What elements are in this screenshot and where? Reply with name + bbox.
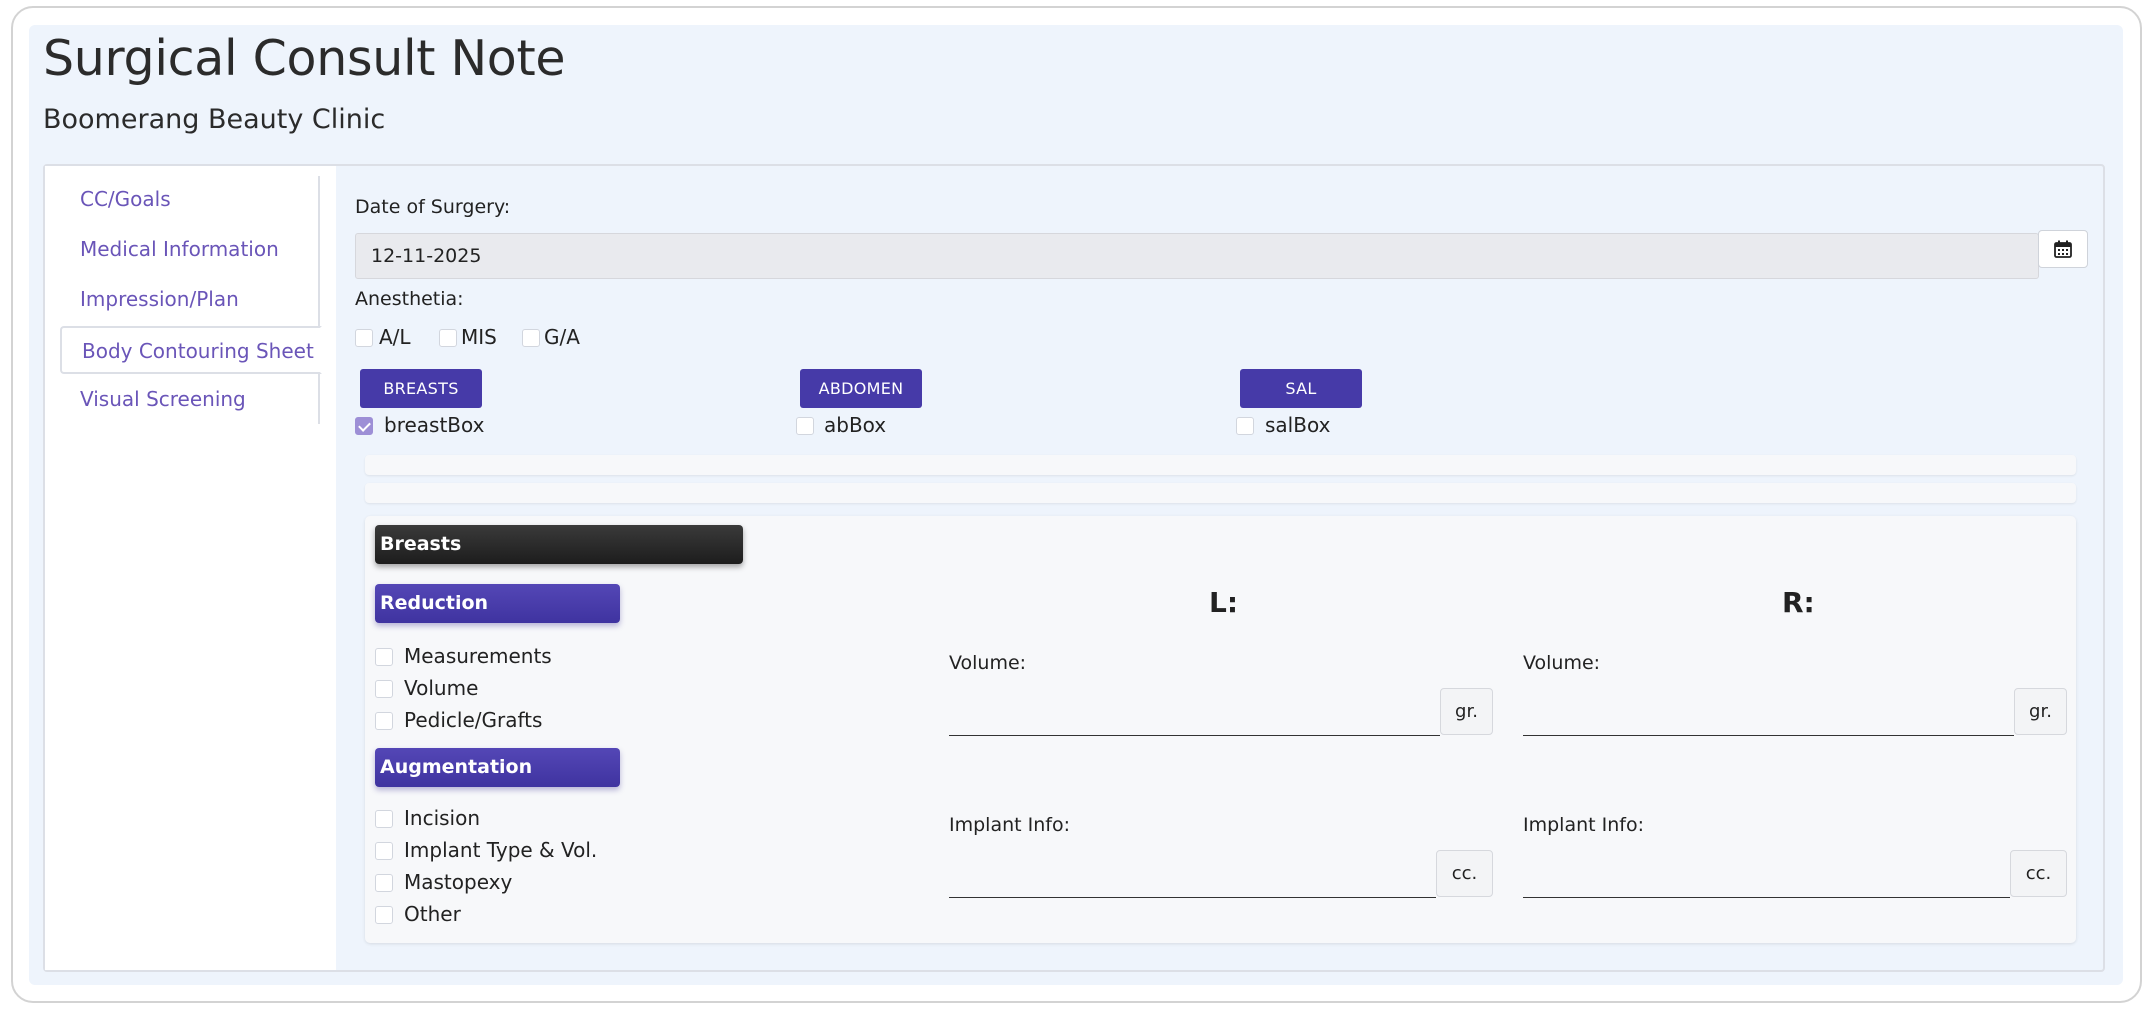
date-of-surgery-label: Date of Surgery:	[355, 196, 511, 218]
reduction-volume-checkbox[interactable]	[375, 680, 393, 698]
left-implant-unit: cc.	[1436, 850, 1493, 897]
abdomen-panel-collapsed	[365, 455, 2076, 475]
left-volume-input[interactable]	[949, 694, 1440, 736]
sal-panel-collapsed	[365, 483, 2076, 503]
left-volume-label: Volume:	[949, 652, 1027, 674]
anesthesia-mis-label: MIS	[461, 325, 497, 349]
calendar-button[interactable]	[2038, 230, 2088, 268]
augmentation-mastopexy-label: Mastopexy	[404, 870, 513, 894]
augmentation-other-checkbox[interactable]	[375, 906, 393, 924]
date-of-surgery-input[interactable]: 12-11-2025	[355, 233, 2039, 279]
reduction-measurements-checkbox[interactable]	[375, 648, 393, 666]
anesthesia-label: Anesthetia:	[355, 288, 464, 310]
anesthesia-ga-checkbox[interactable]	[522, 329, 540, 347]
sal-box-checkbox[interactable]	[1236, 417, 1254, 435]
right-implant-unit: cc.	[2010, 850, 2067, 897]
left-volume-unit: gr.	[1440, 688, 1493, 735]
sidebar-item-body-contouring-sheet[interactable]: Body Contouring Sheet	[60, 326, 322, 374]
anesthesia-mis-checkbox[interactable]	[439, 329, 457, 347]
sidebar-item-visual-screening[interactable]: Visual Screening	[60, 376, 320, 424]
anesthesia-ga-label: G/A	[544, 325, 580, 349]
right-side-heading: R:	[1782, 586, 1815, 619]
sal-section-button[interactable]: SAL	[1240, 369, 1362, 408]
anesthesia-al-label: A/L	[379, 325, 411, 349]
right-volume-label: Volume:	[1523, 652, 1601, 674]
right-implant-info-input[interactable]	[1523, 856, 2010, 898]
breasts-panel-title: Breasts	[375, 525, 743, 564]
ab-box-label: abBox	[824, 413, 887, 437]
augmentation-implant-type-label: Implant Type & Vol.	[404, 838, 598, 862]
anesthesia-al-checkbox[interactable]	[355, 329, 373, 347]
breast-box-checkbox[interactable]	[355, 417, 373, 435]
sidebar-item-impression-plan[interactable]: Impression/Plan	[60, 276, 320, 324]
augmentation-other-label: Other	[404, 902, 461, 926]
left-side-heading: L:	[1209, 586, 1239, 619]
left-implant-info-input[interactable]	[949, 856, 1436, 898]
clinic-name: Boomerang Beauty Clinic	[43, 104, 386, 135]
augmentation-incision-label: Incision	[404, 806, 481, 830]
reduction-heading: Reduction	[375, 584, 620, 623]
calendar-icon	[2054, 240, 2072, 258]
page-title: Surgical Consult Note	[43, 30, 566, 87]
reduction-measurements-label: Measurements	[404, 644, 552, 668]
sidebar-item-medical-information[interactable]: Medical Information	[60, 226, 320, 274]
reduction-pedicle-grafts-checkbox[interactable]	[375, 712, 393, 730]
augmentation-heading: Augmentation	[375, 748, 620, 787]
right-volume-unit: gr.	[2014, 688, 2067, 735]
right-implant-info-label: Implant Info:	[1523, 814, 1644, 836]
reduction-volume-label: Volume	[404, 676, 479, 700]
left-implant-info-label: Implant Info:	[949, 814, 1070, 836]
augmentation-implant-type-checkbox[interactable]	[375, 842, 393, 860]
breast-box-label: breastBox	[384, 413, 485, 437]
sidebar-nav: CC/Goals Medical Information Impression/…	[60, 176, 322, 424]
sidebar: CC/Goals Medical Information Impression/…	[45, 166, 336, 970]
ab-box-checkbox[interactable]	[796, 417, 814, 435]
main-content: Date of Surgery: 12-11-2025 Anesthetia: …	[336, 166, 2103, 970]
right-volume-input[interactable]	[1523, 694, 2014, 736]
reduction-pedicle-grafts-label: Pedicle/Grafts	[404, 708, 543, 732]
sal-box-label: salBox	[1265, 413, 1331, 437]
abdomen-section-button[interactable]: ABDOMEN	[800, 369, 922, 408]
breasts-panel: Breasts Reduction Measurements Volume Pe…	[365, 516, 2076, 943]
sidebar-item-cc-goals[interactable]: CC/Goals	[60, 176, 320, 224]
augmentation-mastopexy-checkbox[interactable]	[375, 874, 393, 892]
augmentation-incision-checkbox[interactable]	[375, 810, 393, 828]
breasts-section-button[interactable]: BREASTS	[360, 369, 482, 408]
